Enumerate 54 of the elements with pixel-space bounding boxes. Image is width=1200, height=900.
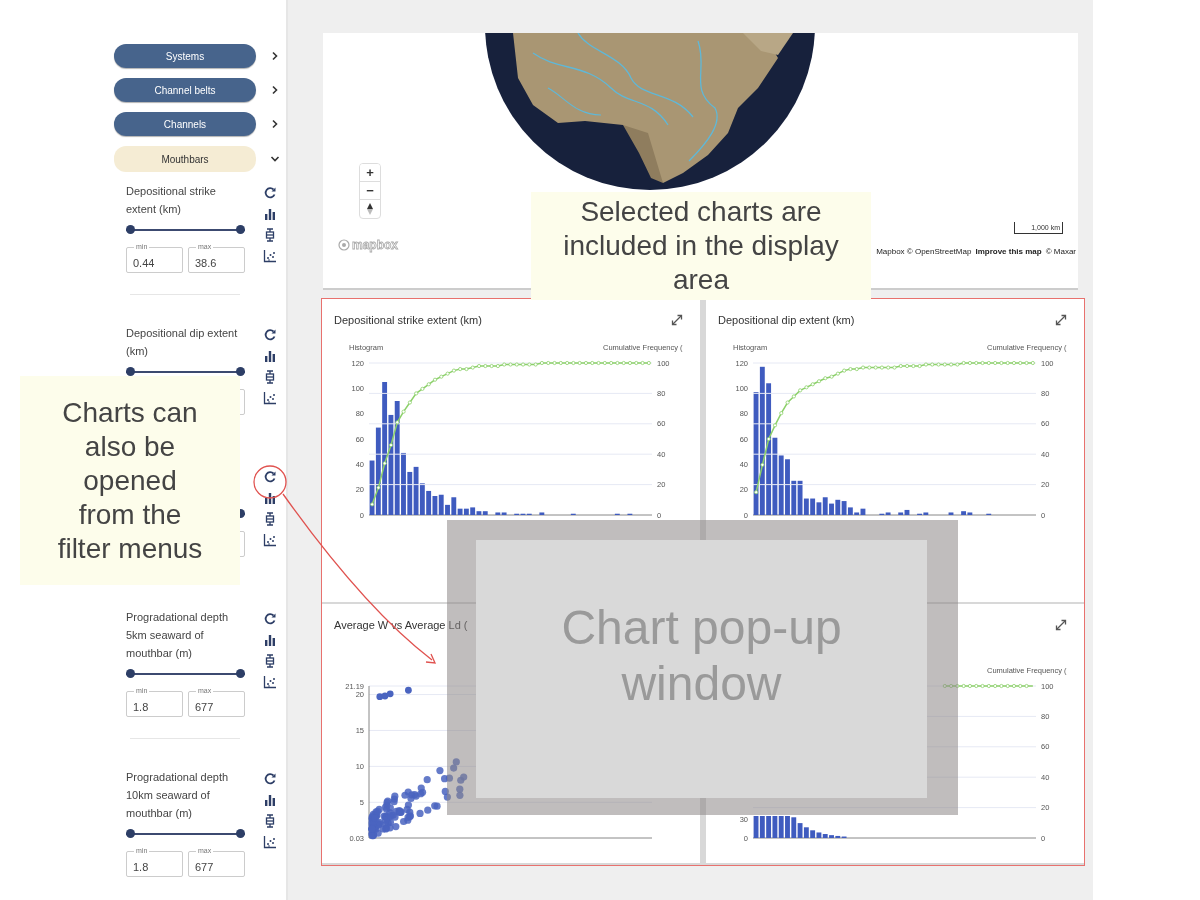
scatter-plot-icon[interactable] — [263, 533, 277, 547]
bar-chart-icon[interactable] — [263, 207, 277, 221]
scatter-plot-icon[interactable] — [263, 675, 277, 689]
bar-chart-icon[interactable] — [263, 349, 277, 363]
map-logo-text: mapbox — [352, 238, 398, 252]
scatter-plot-icon[interactable] — [263, 835, 277, 849]
box-plot-icon[interactable] — [263, 370, 277, 384]
range-slider[interactable] — [126, 367, 246, 377]
box-plot-icon[interactable] — [263, 654, 277, 668]
expand-icon[interactable] — [1054, 618, 1068, 632]
refresh-icon[interactable] — [263, 470, 277, 484]
scatter-plot-icon[interactable] — [263, 249, 277, 263]
category-button[interactable]: Mouthbars — [114, 146, 256, 172]
expand-icon[interactable] — [1054, 313, 1068, 327]
range-slider[interactable] — [126, 669, 246, 679]
expand-icon[interactable] — [670, 313, 684, 327]
chart-title: Depositional strike extent (km) — [334, 314, 482, 326]
refresh-icon[interactable] — [263, 328, 277, 342]
improve-map-link[interactable]: Improve this map — [975, 247, 1042, 256]
bar-chart-icon[interactable] — [263, 633, 277, 647]
highlight-circle — [253, 465, 287, 499]
bar-chart-icon[interactable] — [263, 491, 277, 505]
zoom-in-button[interactable]: + — [360, 164, 380, 182]
callout-tooltip: Selected charts are included in the display area — [531, 192, 871, 300]
chevron-right-icon[interactable] — [270, 51, 280, 61]
category-button[interactable]: Systems — [114, 44, 256, 68]
scatter-plot-icon[interactable] — [263, 391, 277, 405]
range-slider[interactable] — [126, 829, 246, 839]
box-plot-icon[interactable] — [263, 512, 277, 526]
category-button[interactable]: Channel belts — [114, 78, 256, 102]
map-attribution: Mapbox © OpenStreetMap — [876, 247, 972, 256]
histogram-bar — [948, 512, 954, 515]
box-plot-icon[interactable] — [263, 228, 277, 242]
map-attribution: © Maxar — [1045, 247, 1076, 256]
histogram-bar — [539, 512, 545, 515]
refresh-icon[interactable] — [263, 772, 277, 786]
category-button[interactable]: Channels — [114, 112, 256, 136]
box-plot-icon[interactable] — [263, 814, 277, 828]
range-slider[interactable] — [126, 225, 246, 235]
popup-label: Chart pop-up window — [560, 600, 843, 712]
bar-chart-icon[interactable] — [263, 793, 277, 807]
filter-label: Progradational depth 5km seaward of mouthbar (m) — [126, 611, 229, 659]
refresh-icon[interactable] — [263, 186, 277, 200]
chevron-down-icon[interactable] — [270, 154, 280, 164]
refresh-icon[interactable] — [263, 612, 277, 626]
filter-label: Depositional dip extent (km) — [126, 327, 238, 357]
logo-icon — [338, 239, 350, 251]
callout-tooltip: Charts can also be opened from the filter menus — [20, 376, 240, 585]
filter-label: Progradational depth 10km seaward of mouthbar (m) — [126, 771, 229, 819]
chevron-right-icon[interactable] — [270, 119, 280, 129]
filter-label: Depositional strike extent (km) — [126, 185, 216, 215]
chevron-right-icon[interactable] — [270, 85, 280, 95]
compass-icon[interactable] — [367, 203, 373, 215]
chart-title: Depositional dip extent (km) — [718, 314, 855, 326]
